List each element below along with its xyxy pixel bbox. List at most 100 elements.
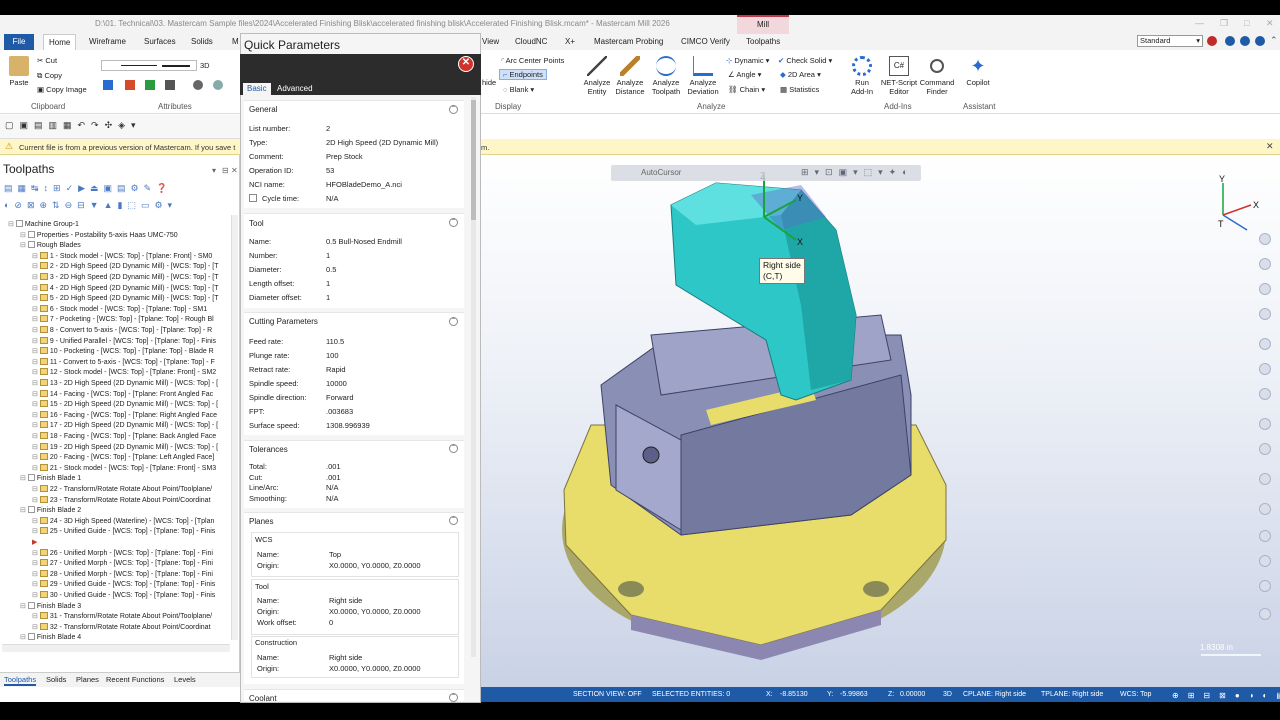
toolpath-toolbar-row1[interactable]: ▤▦↹↕⊞✓▶⏏▣▤⚙✎❓ (4, 183, 172, 194)
expand-toggle-icon[interactable]: ⊟ (32, 444, 40, 451)
endpoints-button[interactable]: ⌐ Endpoints (499, 69, 547, 80)
expand-toggle-icon[interactable]: ⊟ (32, 263, 40, 270)
expand-toggle-icon[interactable]: ⊟ (32, 306, 40, 313)
tab-cimco[interactable]: CIMCO Verify (681, 34, 730, 50)
toolpath-operation[interactable]: ⊟ 7 - Pocketing - [WCS: Top] - [Tplane: … (32, 315, 230, 325)
toolpath-operation[interactable]: ⊟ 4 - 2D High Speed (2D Dynamic Mill) - … (32, 283, 230, 294)
analyze-deviation-button[interactable]: Analyze Deviation (684, 56, 722, 96)
status-mode[interactable]: 3D (943, 691, 952, 698)
expand-toggle-icon[interactable]: ⊟ (32, 338, 40, 345)
tab-xplus[interactable]: X+ (565, 34, 575, 50)
expand-toggle-icon[interactable]: ⊟ (32, 550, 40, 557)
expand-toggle-icon[interactable]: ⊟ (20, 475, 28, 482)
toolpath-operation[interactable]: ⊟ 16 - Facing - [WCS: Top] - [Tplane: Ri… (32, 410, 230, 421)
tolerances-collapse-icon[interactable]: ⌃ (449, 444, 458, 453)
analyze-toolpath-button[interactable]: Analyze Toolpath (648, 56, 684, 96)
expand-toggle-icon[interactable]: ⊟ (32, 422, 40, 429)
expand-toggle-icon[interactable]: ⊟ (32, 497, 40, 504)
general-collapse-icon[interactable]: ⌃ (449, 105, 458, 114)
expand-toggle-icon[interactable]: ⊟ (32, 253, 40, 260)
expand-toggle-icon[interactable]: ⊟ (32, 274, 40, 281)
expand-toggle-icon[interactable]: ⊟ (32, 465, 40, 472)
maximize-icon[interactable]: □ (1244, 18, 1249, 28)
tab-m-partial[interactable]: M (232, 34, 239, 50)
expand-toggle-icon[interactable]: ⊟ (20, 232, 28, 239)
expand-toggle-icon[interactable]: ⊟ (32, 412, 40, 419)
tree-node[interactable]: ⊟ Machine Group-1 (8, 220, 230, 230)
fill-color-icon[interactable] (125, 80, 135, 90)
expand-toggle-icon[interactable]: ⊟ (32, 592, 40, 599)
cutting-collapse-icon[interactable]: ⌃ (449, 317, 458, 326)
gview-icon[interactable] (1259, 308, 1271, 320)
toolpath-operation[interactable]: ⊟ 6 - Stock model - [WCS: Top] - [Tplane… (32, 304, 230, 315)
restore-icon[interactable]: ❐ (1220, 18, 1228, 29)
toolpath-operation[interactable]: ⊟ 1 - Stock model - [WCS: Top] - [Tplane… (32, 251, 230, 262)
shield-icon[interactable] (1207, 36, 1217, 46)
tree-horizontal-scrollbar[interactable] (2, 644, 230, 652)
tab-advanced[interactable]: Advanced (273, 83, 317, 95)
tool-collapse-icon[interactable]: ⌃ (449, 218, 458, 227)
toolpath-operation[interactable]: ⊟ 23 - Transform/Rotate Rotate About Poi… (32, 495, 230, 506)
hide-button-partial[interactable]: hide (482, 78, 496, 87)
copy-image-button[interactable]: ▣ Copy Image (37, 85, 87, 94)
toolpath-operation[interactable]: ⊟ 11 - Convert to 5-axis - [WCS: Top] - … (32, 357, 230, 368)
tab-home[interactable]: Home (43, 34, 77, 50)
angle-button[interactable]: ∠ Angle ▾ (728, 70, 761, 79)
status-wcs[interactable]: WCS: Top (1120, 691, 1151, 698)
bottom-tab-planes[interactable]: Planes (76, 675, 99, 684)
attributes-3d-label[interactable]: 3D (200, 61, 210, 70)
toolpath-group[interactable]: ⊟ Finish Blade 2 (20, 506, 230, 516)
about-icon[interactable] (1255, 36, 1265, 46)
toolpath-operation[interactable]: ⊟ 24 - 3D High Speed (Waterline) - [WCS:… (32, 516, 230, 527)
expand-toggle-icon[interactable]: ⊟ (32, 359, 40, 366)
toolpath-operation[interactable]: ⊟ 28 - Unified Morph - [WCS: Top] - [Tpl… (32, 569, 230, 580)
toolpath-operation[interactable]: ⊟ 17 - 2D High Speed (2D Dynamic Mill) -… (32, 421, 230, 431)
statistics-button[interactable]: ▦ Statistics (780, 85, 819, 94)
toolpath-toolbar-row2[interactable]: ◐⊘⊠⊕⇅⊖⊟▼▲▮⬚▭⚙▾ (4, 200, 177, 211)
tab-solids[interactable]: Solids (191, 34, 213, 50)
toolpath-operation[interactable]: ⊟ 22 - Transform/Rotate Rotate About Poi… (32, 485, 230, 495)
expand-toggle-icon[interactable]: ⊟ (32, 285, 40, 292)
expand-toggle-icon[interactable]: ⊟ (8, 221, 16, 228)
check-solid-button[interactable]: ✔ Check Solid ▾ (778, 56, 832, 65)
net-script-editor-button[interactable]: C# NET-Script Editor (879, 56, 919, 96)
level-icon[interactable] (213, 80, 223, 90)
toolpath-operation[interactable]: ⊟ 15 - 2D High Speed (2D Dynamic Mill) -… (32, 400, 230, 410)
toolpath-operation[interactable]: ⊟ 31 - Transform/Rotate Rotate About Poi… (32, 612, 230, 622)
expand-toggle-icon[interactable]: ⊟ (32, 454, 40, 461)
tab-basic[interactable]: Basic (243, 83, 271, 95)
status-cplane[interactable]: CPLANE: Right side (963, 691, 1026, 698)
bottom-tab-toolpaths[interactable]: Toolpaths (4, 675, 37, 686)
line-color-icon[interactable] (145, 80, 155, 90)
toolpath-operation[interactable]: ⊟ 21 - Stock model - [WCS: Top] - [Tplan… (32, 463, 230, 474)
rotate-view-icon[interactable] (1259, 258, 1271, 270)
help-icon[interactable] (1240, 36, 1250, 46)
shading-icon[interactable] (1259, 418, 1271, 430)
expand-toggle-icon[interactable]: ⊟ (32, 348, 40, 355)
panel-pin-icon[interactable]: ▾ (212, 166, 216, 175)
color-icon[interactable] (103, 80, 113, 90)
expand-toggle-icon[interactable]: ⊟ (32, 560, 40, 567)
toolpath-operation[interactable]: ⊟ 14 - Facing - [WCS: Top] - [Tplane: Fr… (32, 389, 230, 400)
tree-vertical-scrollbar[interactable] (231, 215, 238, 640)
status-view-icons[interactable]: ⊕⊞⊟⊠●◑◐▤ (1172, 691, 1280, 700)
toolpath-group[interactable]: ⊟ Rough Blades (20, 241, 230, 251)
copy-button[interactable]: ⧉ Copy (37, 71, 62, 81)
expand-toggle-icon[interactable]: ⊟ (32, 433, 40, 440)
toolpath-operation[interactable]: ⊟ 20 - Facing - [WCS: Top] - [Tplane: Le… (32, 453, 230, 463)
toolpath-operation[interactable]: ⊟ 30 - Unified Guide - [WCS: Top] - [Tpl… (32, 591, 230, 601)
toolpath-operation[interactable]: ⊟ 9 - Unified Parallel - [WCS: Top] - [T… (32, 336, 230, 347)
fit-icon[interactable] (1259, 363, 1271, 375)
command-finder-button[interactable]: Command Finder (918, 56, 956, 96)
expand-toggle-icon[interactable]: ⊟ (32, 327, 40, 334)
toolpath-group[interactable]: ⊟ Finish Blade 4 (20, 633, 230, 643)
expand-toggle-icon[interactable]: ⊟ (20, 507, 28, 514)
autocursor-toolbar[interactable]: AutoCursor ⊞▾⊡▣▾⬚▾✦◐ (611, 165, 921, 181)
toolpath-group[interactable]: ⊟ Finish Blade 3 (20, 601, 230, 612)
materials-icon[interactable] (1259, 580, 1271, 592)
panel-close-icon[interactable]: ✕ (231, 166, 238, 175)
expand-toggle-icon[interactable]: ⊟ (32, 295, 40, 302)
toolpath-operation[interactable]: ⊟ 13 - 2D High Speed (2D Dynamic Mill) -… (32, 379, 230, 389)
layers-icon[interactable] (1259, 555, 1271, 567)
toolpath-operation[interactable]: ⊟ 25 - Unified Guide - [WCS: Top] - [Tpl… (32, 527, 230, 537)
